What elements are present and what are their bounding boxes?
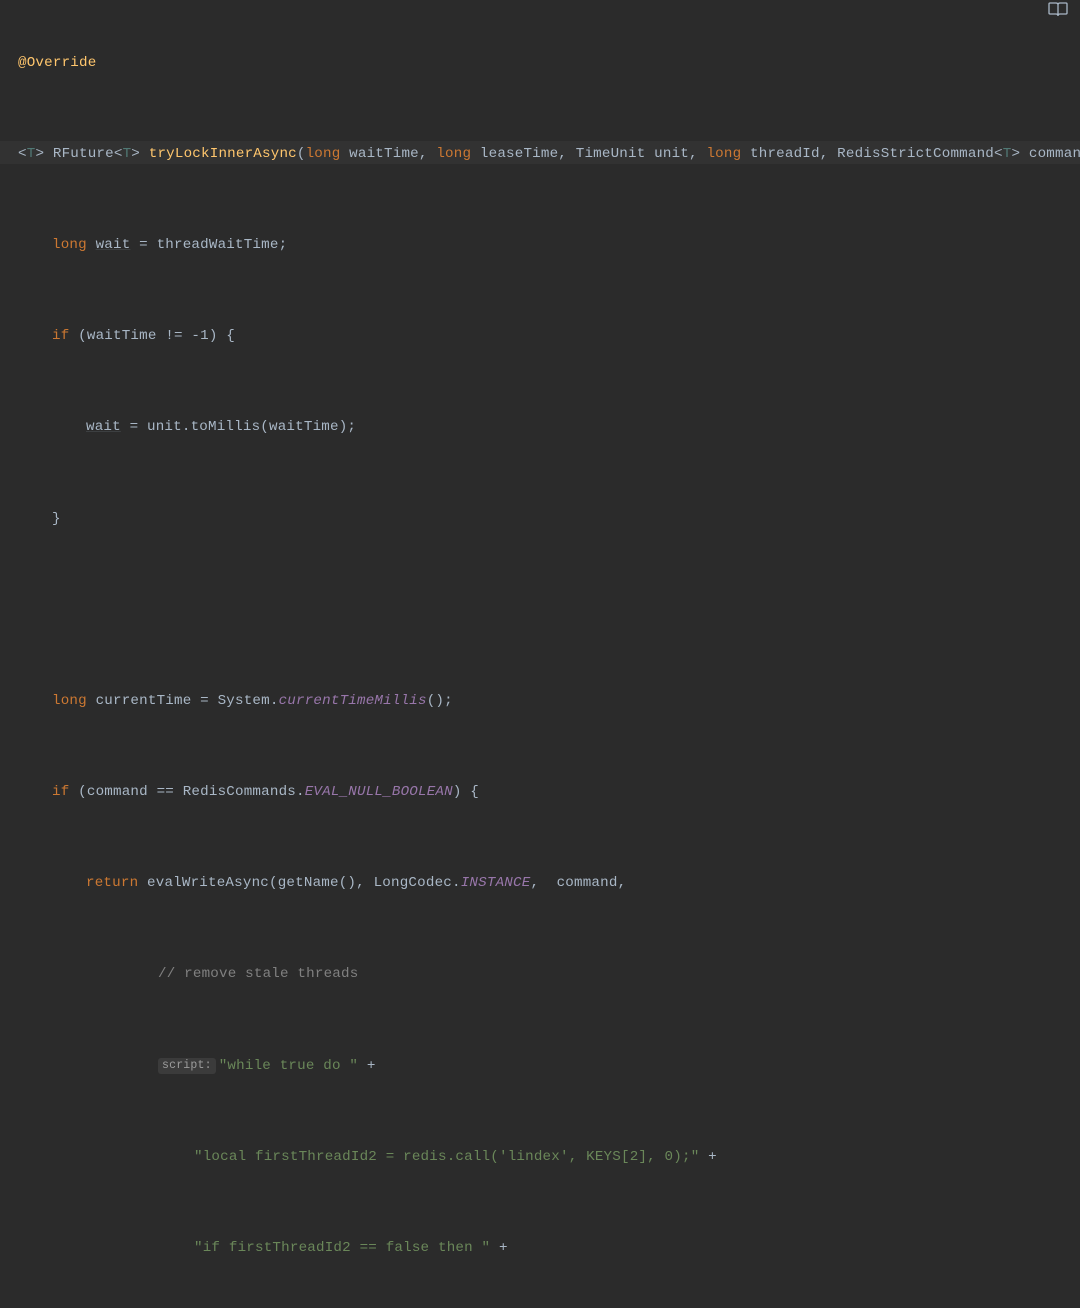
code-line: "if firstThreadId2 == false then " + [18, 1237, 1080, 1260]
code-line: return evalWriteAsync(getName(), LongCod… [18, 872, 1080, 895]
code-line: <T> RFuture<T> tryLockInnerAsync(long wa… [18, 143, 1080, 166]
code-line: wait = unit.toMillis(waitTime); [18, 416, 1080, 439]
comment: // remove stale threads [158, 966, 358, 982]
code-line: long wait = threadWaitTime; [18, 234, 1080, 257]
code-line: } [18, 508, 1080, 531]
code-line: "local firstThreadId2 = redis.call('lind… [18, 1146, 1080, 1169]
code-line: if (command == RedisCommands.EVAL_NULL_B… [18, 781, 1080, 804]
code-line: long currentTime = System.currentTimeMil… [18, 690, 1080, 713]
code-line: if (waitTime != -1) { [18, 325, 1080, 348]
book-icon [1048, 2, 1068, 18]
code-line: script:"while true do " + [18, 1055, 1080, 1078]
code-line: // remove stale threads [18, 963, 1080, 986]
code-line: @Override [18, 52, 1080, 75]
inlay-hint: script: [158, 1058, 216, 1074]
annotation: @Override [18, 55, 96, 71]
reader-mode-icon[interactable] [1048, 2, 1068, 24]
code-editor[interactable]: @Override <T> RFuture<T> tryLockInnerAsy… [0, 0, 1080, 1308]
method-name: tryLockInnerAsync [149, 146, 297, 162]
blank-line [18, 599, 1080, 622]
